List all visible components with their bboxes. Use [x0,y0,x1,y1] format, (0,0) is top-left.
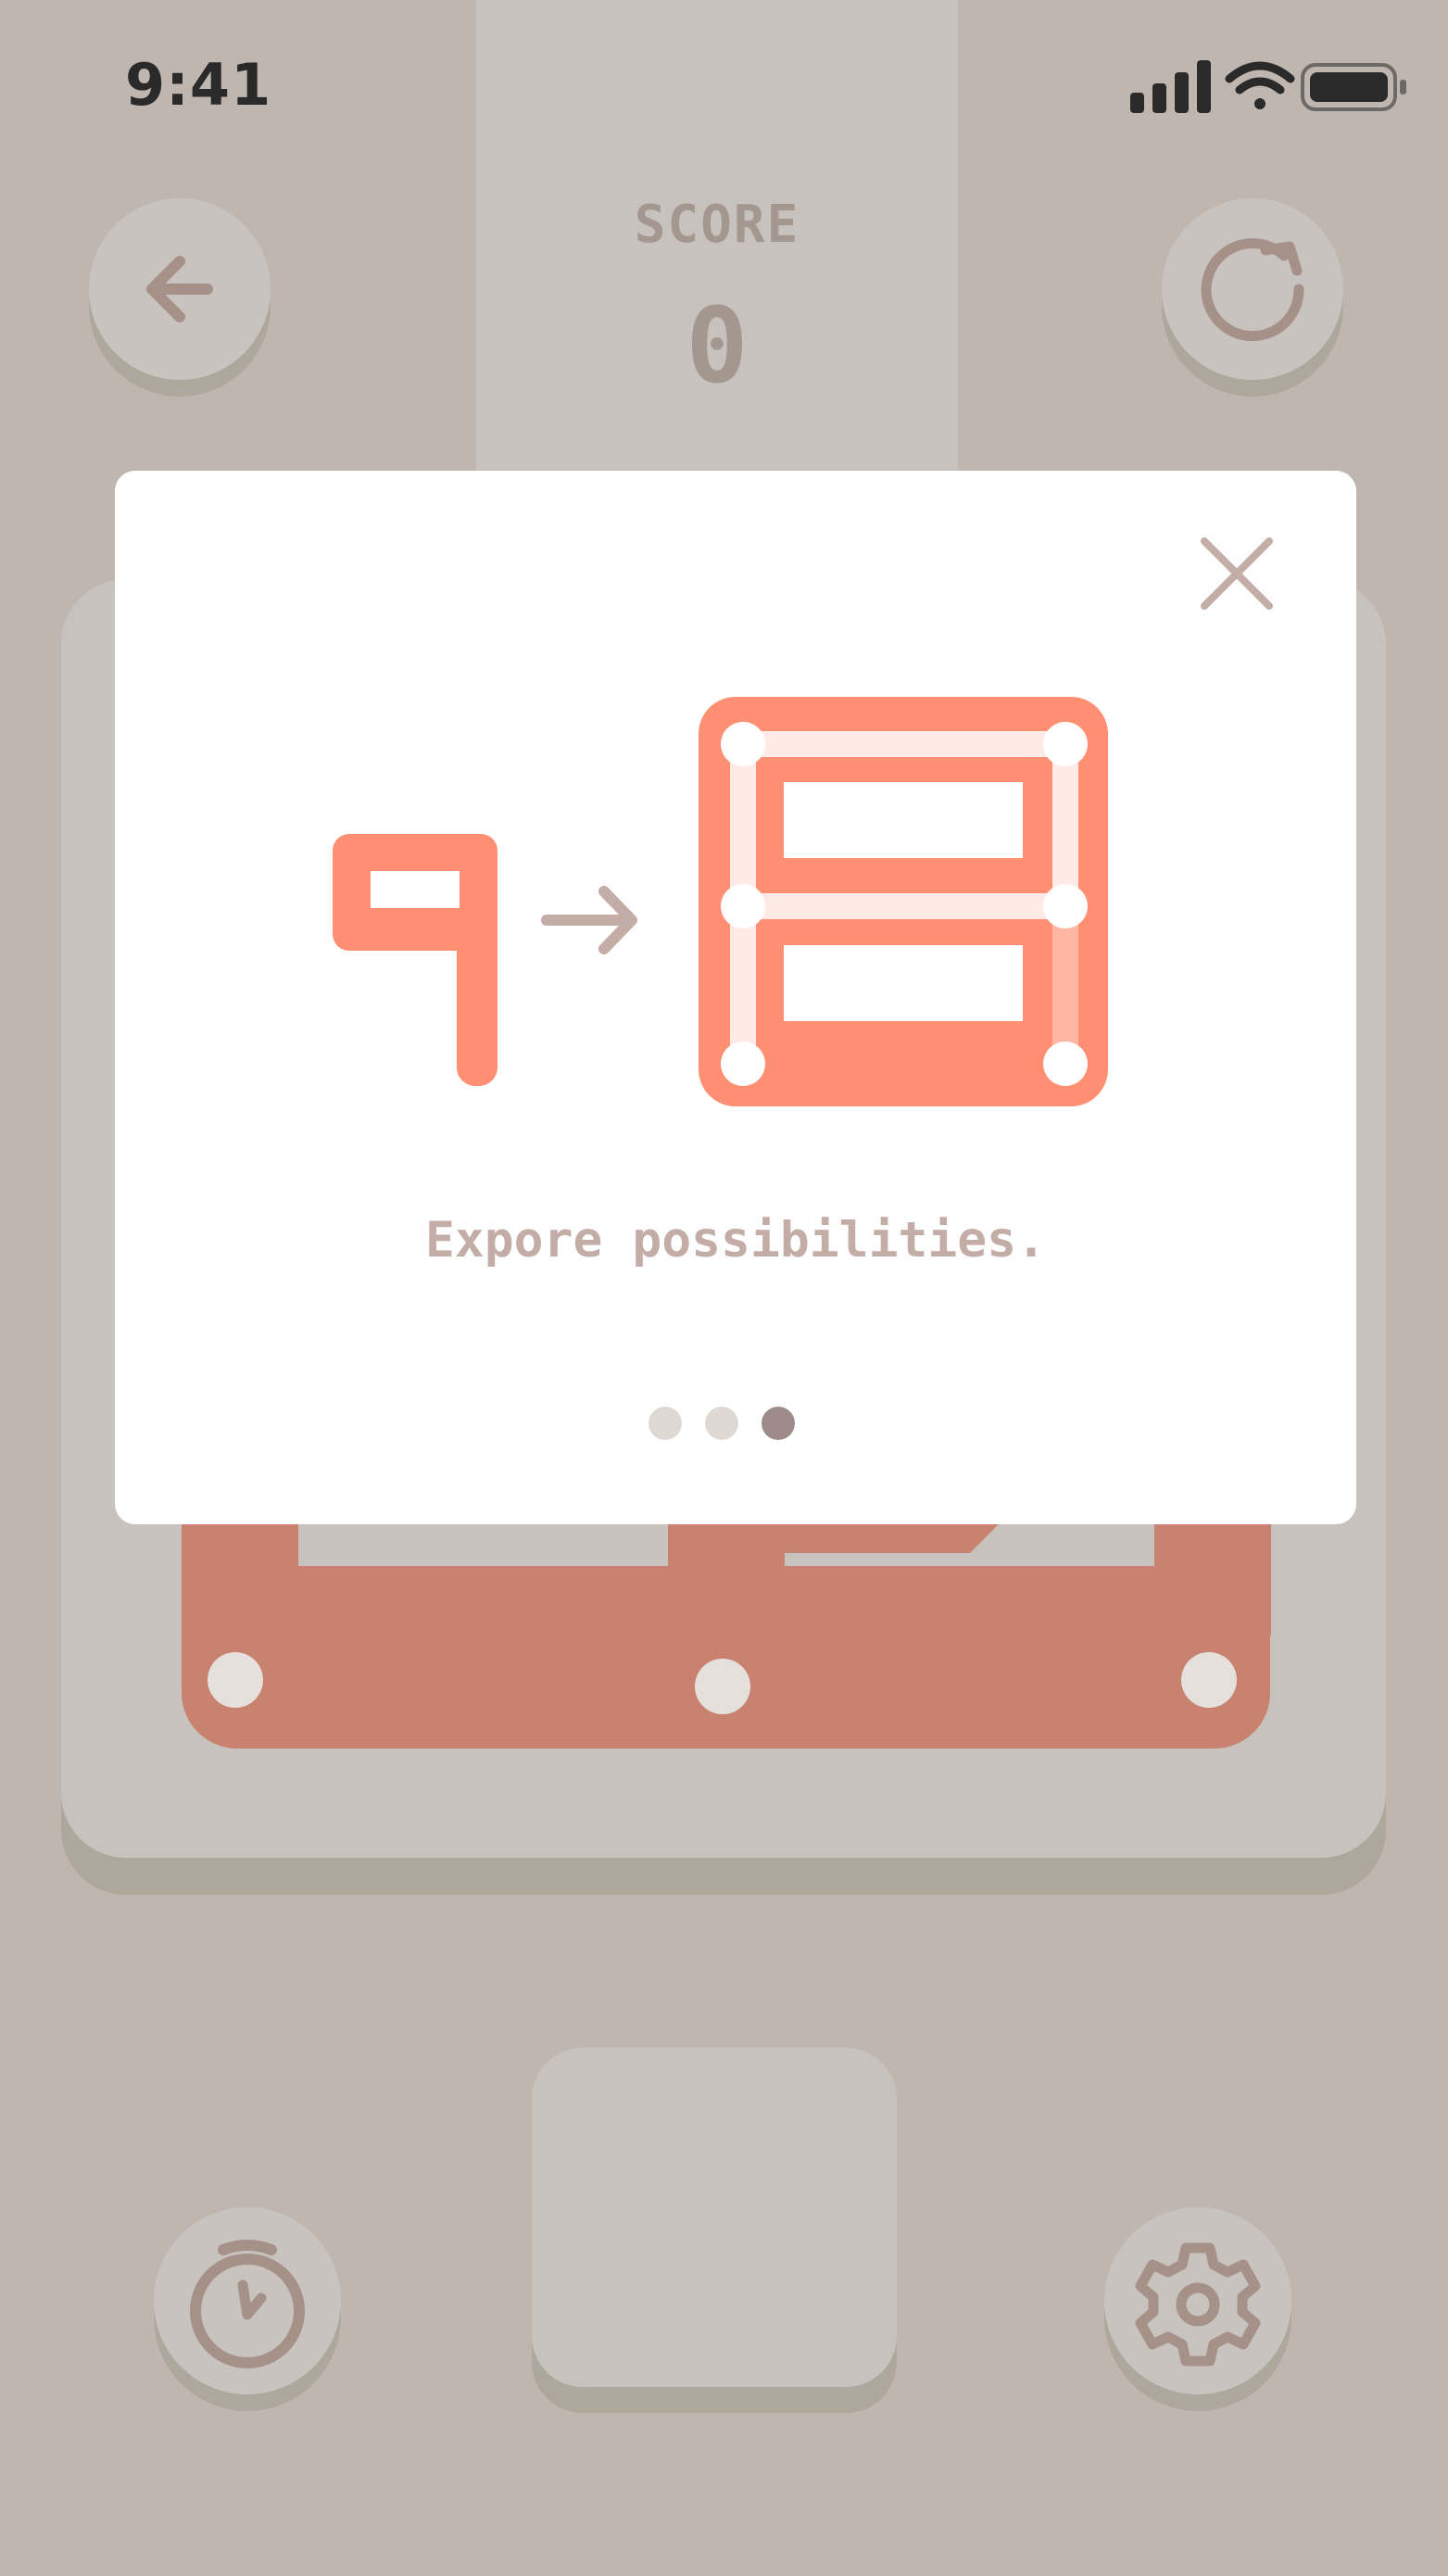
page-dot-2[interactable] [705,1407,738,1440]
back-button[interactable] [89,198,271,380]
digit-nine-figure [333,834,497,1086]
board-node [1181,1652,1237,1708]
board-node [695,1659,750,1714]
arrow-left-icon [146,256,213,322]
board-node [208,1652,263,1708]
cellular-signal-icon [1130,60,1211,113]
close-button[interactable] [1195,532,1278,615]
restart-icon [1201,238,1304,342]
wifi-icon [1225,61,1295,109]
timer-button[interactable] [154,2207,341,2394]
digit-eight-figure [699,697,1108,1106]
piece-slot[interactable] [532,2048,897,2387]
tutorial-illustration [315,686,1130,1121]
settings-button[interactable] [1104,2207,1291,2394]
stopwatch-icon [190,2240,305,2368]
tutorial-text: Expore possibilities. [424,1212,1047,1269]
pagination-dots [648,1407,806,1444]
restart-button[interactable] [1162,198,1343,380]
arrow-right-icon [541,886,637,954]
close-icon [1201,537,1273,610]
page-dot-1[interactable] [648,1407,682,1440]
score-label: SCORE [634,195,800,255]
score-value: 0 [686,286,749,407]
battery-icon [1301,63,1406,111]
gear-icon [1135,2242,1261,2367]
status-icons [1130,56,1413,120]
status-time: 9:41 [125,51,272,119]
page-dot-3-active[interactable] [762,1407,795,1440]
